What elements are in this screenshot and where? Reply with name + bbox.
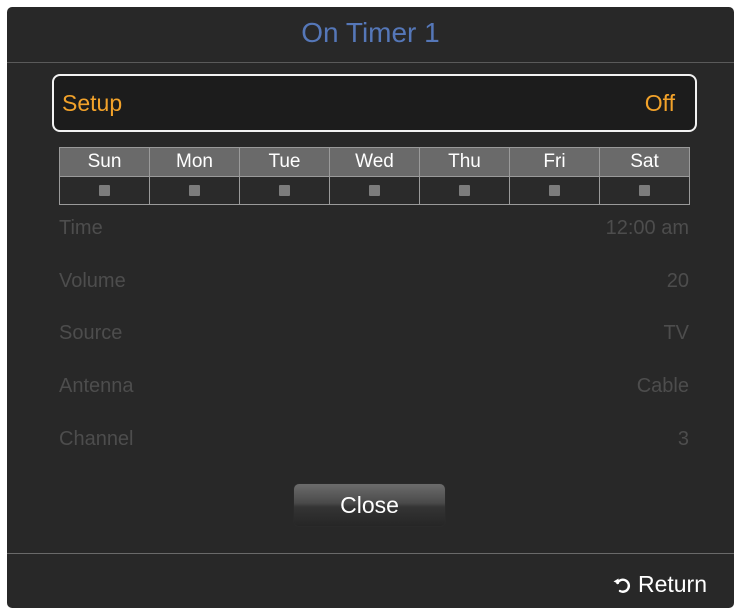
volume-value: 20 [666, 270, 689, 292]
return-arrow-icon [612, 572, 632, 602]
volume-option[interactable]: Volume 20 [59, 266, 689, 296]
day-sat-checkbox[interactable] [639, 184, 650, 196]
source-label: Source [59, 322, 123, 344]
time-label: Time [59, 217, 103, 239]
day-names-row: Sun Mon Tue Wed Thu Fri Sat [59, 147, 690, 177]
day-sat-cell [599, 176, 690, 205]
volume-label: Volume [59, 270, 126, 292]
day-checkbox-row [59, 176, 690, 205]
on-timer-dialog: On Timer 1 Setup Off Sun Mon Tue Wed Thu… [7, 7, 734, 608]
return-label: Return [637, 571, 707, 597]
day-mon-checkbox[interactable] [189, 184, 200, 196]
source-option[interactable]: Source TV [59, 318, 689, 348]
day-sun-checkbox[interactable] [99, 184, 110, 196]
day-fri-cell [509, 176, 600, 205]
channel-value: 3 [677, 428, 689, 450]
day-tue-checkbox[interactable] [279, 184, 290, 196]
day-sat-label: Sat [599, 147, 690, 177]
antenna-value: Cable [636, 375, 689, 397]
title-divider [7, 62, 734, 63]
antenna-label: Antenna [59, 375, 134, 397]
day-thu-cell [419, 176, 510, 205]
day-fri-checkbox[interactable] [549, 184, 560, 196]
dialog-title: On Timer 1 [301, 17, 440, 48]
day-sun-label: Sun [59, 147, 150, 177]
day-selector: Sun Mon Tue Wed Thu Fri Sat [59, 147, 690, 205]
day-wed-cell [329, 176, 420, 205]
day-fri-label: Fri [509, 147, 600, 177]
day-thu-checkbox[interactable] [459, 184, 470, 196]
source-value: TV [663, 322, 689, 344]
day-wed-checkbox[interactable] [369, 184, 380, 196]
return-button[interactable]: Return [612, 569, 707, 602]
footer-divider [7, 553, 734, 554]
day-mon-cell [149, 176, 240, 205]
close-button[interactable]: Close [293, 483, 446, 527]
channel-option[interactable]: Channel 3 [59, 424, 689, 454]
antenna-option[interactable]: Antenna Cable [59, 371, 689, 401]
time-value: 12:00 am [605, 217, 689, 239]
day-sun-cell [59, 176, 150, 205]
day-tue-label: Tue [239, 147, 330, 177]
day-tue-cell [239, 176, 330, 205]
setup-value: Off [644, 90, 675, 116]
setup-label: Setup [62, 90, 123, 116]
channel-label: Channel [59, 428, 134, 450]
day-thu-label: Thu [419, 147, 510, 177]
day-mon-label: Mon [149, 147, 240, 177]
setup-option[interactable]: Setup Off [52, 74, 697, 132]
day-wed-label: Wed [329, 147, 420, 177]
time-option[interactable]: Time 12:00 am [59, 213, 689, 243]
